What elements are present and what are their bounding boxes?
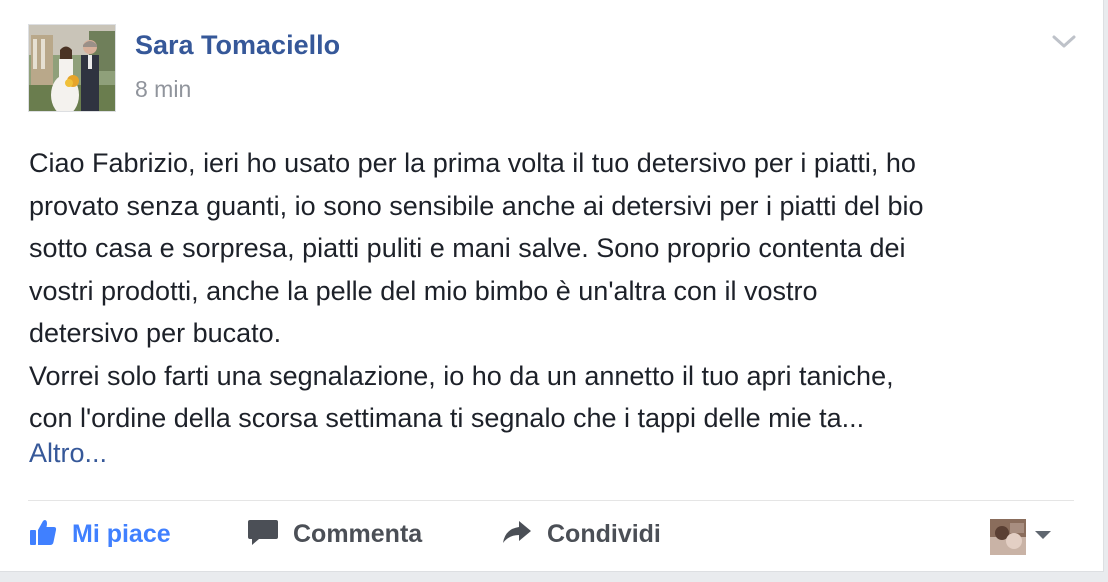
reaction-author-picker[interactable] xyxy=(990,519,1052,555)
caret-down-icon xyxy=(1034,528,1052,546)
avatar-photo xyxy=(29,25,115,111)
post-body: Ciao Fabrizio, ieri ho usato per la prim… xyxy=(29,142,1091,440)
share-label: Condividi xyxy=(547,519,661,548)
post-text-line: detersivo per bucato. xyxy=(29,318,282,348)
like-label: Mi piace xyxy=(72,519,171,548)
post-text-line: vostri prodotti, anche la pelle del mio … xyxy=(29,275,818,306)
post-timestamp[interactable]: 8 min xyxy=(135,76,191,103)
author-name[interactable]: Sara Tomaciello xyxy=(135,30,340,61)
speech-bubble-icon xyxy=(247,517,279,552)
divider xyxy=(28,500,1074,501)
post-text-line: Vorrei solo farti una segnalazione, io h… xyxy=(29,360,894,391)
share-arrow-icon xyxy=(501,517,533,552)
post-text-line: sotto casa e sorpresa, piatti puliti e m… xyxy=(29,233,906,263)
see-more-link[interactable]: Altro... xyxy=(29,432,107,475)
thumbs-up-icon xyxy=(28,517,58,552)
post-text-line: Ciao Fabrizio, ieri ho usato per la prim… xyxy=(29,148,916,178)
share-button[interactable]: Condividi xyxy=(501,512,661,556)
chevron-down-icon[interactable] xyxy=(1050,30,1078,52)
like-button[interactable]: Mi piace xyxy=(28,512,171,556)
post-card: Sara Tomaciello 8 min Ciao Fabrizio, ier… xyxy=(0,0,1104,572)
current-user-avatar xyxy=(990,519,1026,555)
post-text-line: provato senza guanti, io sono sensibile … xyxy=(29,190,924,221)
author-avatar[interactable] xyxy=(28,24,116,112)
comment-button[interactable]: Commenta xyxy=(247,512,422,556)
comment-label: Commenta xyxy=(293,519,423,548)
post-text-line: con l'ordine della scorsa settimana ti s… xyxy=(29,403,865,433)
